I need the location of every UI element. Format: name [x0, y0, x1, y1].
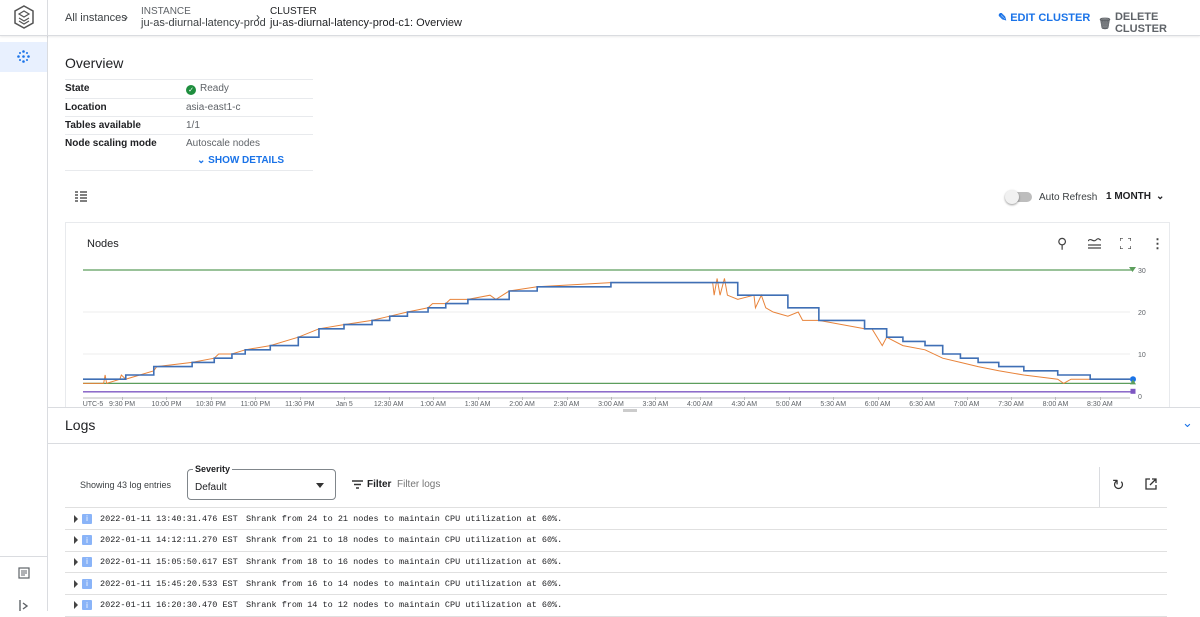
trash-icon: 🗑 [1098, 17, 1112, 30]
series-line [83, 281, 1130, 380]
expand-icon[interactable] [74, 557, 78, 566]
refresh-icon[interactable]: ↻ [1112, 476, 1125, 494]
overview-title: Overview [65, 55, 124, 71]
chevron-down-icon: ⌄ [197, 155, 209, 167]
nodes-chart: 0 10 20 30 [83, 267, 1146, 401]
filter-icon [352, 480, 363, 489]
log-count: Showing 43 log entries [80, 480, 172, 490]
info-severity-icon: i [82, 556, 92, 567]
zoom-icon[interactable]: ⚲ [1057, 235, 1067, 252]
log-message: Shrank from 21 to 18 nodes to maintain C… [246, 535, 563, 546]
log-row[interactable]: i 2022-01-11 14:12:11.270 EST Shrank from … [65, 530, 1167, 552]
breadcrumb-cluster: CLUSTER ju-as-diurnal-latency-prod-c1: Ov… [270, 6, 462, 29]
delete-cluster-button[interactable]: 🗑 DELETE CLUSTER [1098, 11, 1200, 35]
log-timestamp: 2022-01-11 16:20:30.470 EST [100, 600, 238, 611]
show-details-button[interactable]: ⌄ SHOW DETAILS [197, 155, 284, 166]
end-marker [1130, 388, 1136, 394]
severity-select[interactable]: Severity Default [187, 464, 336, 500]
series-line [83, 278, 1130, 385]
y-tick-label: 20 [1138, 310, 1146, 317]
auto-refresh-label: Auto Refresh [1039, 192, 1098, 203]
info-severity-icon: i [82, 600, 92, 611]
chevron-down-icon: ⌄ [1156, 191, 1165, 202]
log-message: Shrank from 16 to 14 nodes to maintain C… [246, 578, 563, 589]
log-timestamp: 2022-01-11 13:40:31.476 EST [100, 513, 238, 524]
log-timestamp: 2022-01-11 14:12:11.270 EST [100, 535, 238, 546]
filter-label: Filter [367, 479, 392, 490]
overview-row-tables: Tables available 1/1 [65, 116, 313, 135]
overview-table: State ✓ Ready Location asia-east1-c Tables … [65, 80, 313, 171]
more-options-icon[interactable]: ⋮ [1151, 236, 1164, 252]
open-in-new-icon[interactable] [1145, 478, 1157, 490]
auto-refresh-toggle[interactable] [1005, 190, 1032, 204]
check-circle-icon: ✓ [186, 84, 196, 95]
y-tick-label: 0 [1138, 394, 1142, 401]
release-notes-icon[interactable] [18, 567, 30, 579]
pencil-icon: ✎ [998, 12, 1008, 24]
legend-toggle-icon[interactable] [75, 191, 87, 202]
info-severity-icon: i [82, 513, 92, 524]
expand-icon[interactable] [74, 579, 78, 588]
log-message: Shrank from 14 to 12 nodes to maintain C… [246, 600, 563, 611]
info-severity-icon: i [82, 578, 92, 589]
header-bar: All instances › INSTANCE ju-as-diurnal-la… [0, 0, 1200, 36]
expand-icon[interactable] [74, 536, 78, 545]
y-tick-label: 30 [1138, 268, 1146, 275]
chart-title: Nodes [87, 238, 119, 250]
breadcrumb-instance[interactable]: INSTANCE ju-as-diurnal-latency-prod [141, 6, 266, 29]
logs-title: Logs [65, 417, 96, 433]
overview-row-location: Location asia-east1-c [65, 98, 313, 117]
log-message: Shrank from 24 to 21 nodes to maintain C… [246, 513, 563, 524]
info-severity-icon: i [82, 535, 92, 546]
collapse-logs-icon[interactable]: ⌄ [1182, 415, 1193, 431]
filter-logs-input[interactable] [397, 476, 697, 492]
severity-label: Severity [193, 464, 233, 474]
log-row[interactable]: i 2022-01-11 16:20:30.470 EST Shrank from … [65, 595, 1167, 617]
overview-row-scaling: Node scaling mode Autoscale nodes [65, 137, 260, 149]
collapse-nav-icon[interactable] [18, 600, 30, 611]
nav-item-overview[interactable] [0, 42, 47, 72]
chevron-right-icon: › [256, 10, 260, 24]
chart-type-icon[interactable] [1088, 237, 1101, 249]
log-message: Shrank from 18 to 16 nodes to maintain C… [246, 556, 563, 567]
log-timestamp: 2022-01-11 15:05:50.617 EST [100, 556, 238, 567]
y-tick-label: 10 [1138, 352, 1146, 359]
chevron-right-icon: › [124, 10, 128, 24]
log-timestamp: 2022-01-11 15:45:20.533 EST [100, 578, 238, 589]
panel-divider[interactable] [48, 407, 1200, 412]
cluster-icon [17, 50, 30, 63]
dropdown-arrow-icon [316, 483, 324, 488]
log-row[interactable]: i 2022-01-11 15:05:50.617 EST Shrank from … [65, 551, 1167, 574]
breadcrumb-all-instances[interactable]: All instances [65, 12, 127, 24]
expand-icon[interactable] [74, 514, 78, 523]
time-range-select[interactable]: 1 MONTH ⌄ [1106, 191, 1164, 202]
edit-cluster-button[interactable]: ✎ EDIT CLUSTER [998, 11, 1090, 25]
overview-row-state: State ✓ Ready [65, 80, 313, 99]
log-row[interactable]: i 2022-01-11 15:45:20.533 EST Shrank from … [65, 573, 1167, 596]
log-row[interactable]: i 2022-01-11 13:40:31.476 EST Shrank from … [65, 508, 1167, 530]
fullscreen-icon[interactable] [1120, 238, 1131, 249]
expand-icon[interactable] [74, 601, 78, 610]
